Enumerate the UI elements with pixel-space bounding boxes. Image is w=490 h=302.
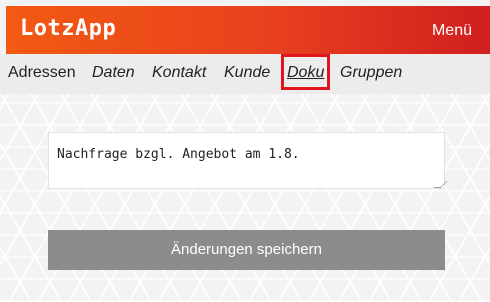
save-changes-button[interactable]: Änderungen speichern [48, 230, 445, 270]
app-window: LotzApp Menü Adressen Daten Kontakt Kund… [0, 0, 490, 302]
tab-kontakt[interactable]: Kontakt [152, 64, 206, 82]
background-pattern [0, 94, 490, 302]
tab-doku[interactable]: Doku [287, 64, 324, 82]
tab-bar: Adressen Daten Kontakt Kunde Doku Gruppe… [0, 54, 490, 94]
app-title: LotzApp [20, 16, 117, 41]
tab-daten[interactable]: Daten [92, 64, 135, 82]
tab-gruppen[interactable]: Gruppen [340, 64, 402, 82]
doku-note-textarea[interactable] [48, 132, 445, 189]
tab-adressen[interactable]: Adressen [8, 64, 76, 82]
tab-kunde[interactable]: Kunde [224, 64, 270, 82]
menu-button[interactable]: Menü [432, 22, 472, 40]
app-header: LotzApp Menü [6, 6, 490, 54]
